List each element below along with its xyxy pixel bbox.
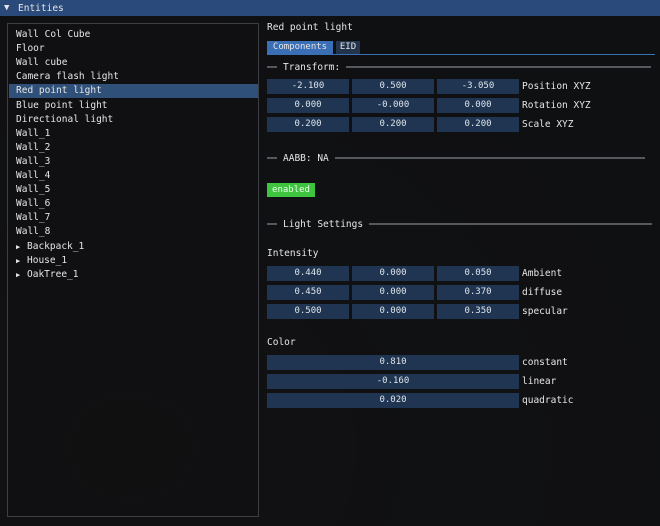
entity-list-item[interactable]: Wall Col Cube	[9, 28, 258, 42]
rotation-z-field[interactable]: 0.000	[437, 98, 519, 113]
diffuse-b-field[interactable]: 0.370	[437, 285, 519, 300]
expand-arrow-icon[interactable]: ▶	[16, 254, 27, 268]
specular-label: specular	[522, 306, 568, 317]
ambient-b-field[interactable]: 0.050	[437, 266, 519, 281]
entity-label: Wall_2	[16, 141, 51, 153]
entity-list-item[interactable]: Red point light	[9, 84, 258, 99]
transform-separator: Transform:	[267, 61, 652, 73]
position-label: Position XYZ	[522, 81, 591, 92]
position-z-field[interactable]: -3.050	[437, 79, 519, 94]
triangle-down-icon[interactable]: ▼	[4, 3, 14, 13]
entity-name-label: Red point light	[267, 22, 353, 33]
rotation-y-field[interactable]: -0.000	[352, 98, 434, 113]
tab-components[interactable]: Components	[267, 41, 333, 54]
entity-label: Wall Col Cube	[16, 29, 91, 40]
window-title: Entities	[18, 2, 64, 14]
scale-z-field[interactable]: 0.200	[437, 117, 519, 132]
entity-label: Directional light	[16, 113, 114, 125]
constant-label: constant	[522, 357, 568, 368]
position-x-field[interactable]: -2.100	[267, 79, 349, 94]
rotation-x-field[interactable]: 0.000	[267, 98, 349, 113]
specular-r-field[interactable]: 0.500	[267, 304, 349, 319]
entity-list-item[interactable]: Wall_6	[9, 197, 258, 211]
entity-label: Wall_8	[16, 226, 51, 238]
entity-label: Wall_1	[16, 127, 51, 139]
entity-label: Camera flash light	[16, 71, 119, 83]
entity-label: Backpack_1	[27, 240, 85, 252]
entity-list-item[interactable]: ▶ Backpack_1	[9, 240, 258, 254]
entity-label: Wall_7	[16, 212, 51, 224]
window-title-bar[interactable]: ▼ Entities	[0, 0, 660, 16]
tab-eid[interactable]: EID	[336, 41, 360, 54]
diffuse-label: diffuse	[522, 287, 563, 298]
linear-field[interactable]: -0.160	[267, 374, 519, 389]
entity-label: Floor	[16, 43, 45, 55]
entity-label: Red point light	[16, 85, 102, 97]
entity-list[interactable]: Wall Col Cube Floor Wall cube Camera flash …	[7, 23, 259, 517]
diffuse-g-field[interactable]: 0.000	[352, 285, 434, 300]
ambient-r-field[interactable]: 0.440	[267, 266, 349, 281]
linear-label: linear	[522, 376, 557, 387]
entity-list-item[interactable]: Blue point light	[9, 99, 258, 113]
entity-label: OakTree_1	[27, 268, 79, 280]
color-label: Color	[267, 337, 296, 348]
entity-list-item[interactable]: Floor	[9, 42, 258, 56]
diffuse-r-field[interactable]: 0.450	[267, 285, 349, 300]
entity-list-item[interactable]: Wall_1	[9, 127, 258, 141]
position-y-field[interactable]: 0.500	[352, 79, 434, 94]
aabb-header: AABB: NA	[283, 152, 329, 164]
constant-field[interactable]: 0.810	[267, 355, 519, 370]
expand-arrow-icon[interactable]: ▶	[16, 240, 27, 254]
entity-list-item[interactable]: Wall_3	[9, 155, 258, 169]
enabled-toggle-button[interactable]: enabled	[267, 183, 315, 197]
quadratic-field[interactable]: 0.020	[267, 393, 519, 408]
entity-label: Wall_3	[16, 155, 51, 167]
entity-list-item[interactable]: Wall_4	[9, 169, 258, 183]
entity-label: Blue point light	[16, 99, 108, 111]
entity-list-item[interactable]: Wall_5	[9, 183, 258, 197]
specular-g-field[interactable]: 0.000	[352, 304, 434, 319]
tab-underline	[267, 54, 655, 55]
scale-y-field[interactable]: 0.200	[352, 117, 434, 132]
entity-list-item[interactable]: Wall_2	[9, 141, 258, 155]
entity-label: House_1	[27, 254, 68, 266]
light-settings-header: Light Settings	[283, 218, 364, 230]
scale-label: Scale XYZ	[522, 119, 574, 130]
expand-arrow-icon[interactable]: ▶	[16, 268, 27, 282]
entity-label: Wall cube	[16, 57, 68, 69]
scale-x-field[interactable]: 0.200	[267, 117, 349, 132]
specular-b-field[interactable]: 0.350	[437, 304, 519, 319]
quadratic-label: quadratic	[522, 395, 574, 406]
entities-window: ▼ Entities Wall Col Cube Floor Wall cube Ca…	[0, 0, 660, 526]
ambient-g-field[interactable]: 0.000	[352, 266, 434, 281]
entity-list-item[interactable]: Directional light	[9, 113, 258, 127]
entity-label: Wall_6	[16, 198, 51, 210]
entity-list-item[interactable]: Wall_7	[9, 211, 258, 225]
intensity-label: Intensity	[267, 248, 319, 259]
entity-list-item[interactable]: ▶ House_1	[9, 254, 258, 268]
entity-list-item[interactable]: Wall cube	[9, 56, 258, 70]
entity-list-item[interactable]: ▶ OakTree_1	[9, 268, 258, 282]
ambient-label: Ambient	[522, 268, 563, 279]
entity-list-item[interactable]: Camera flash light	[9, 70, 258, 84]
light-settings-separator: Light Settings	[267, 218, 653, 230]
aabb-separator: AABB: NA	[267, 152, 645, 164]
transform-header: Transform:	[283, 61, 341, 73]
rotation-label: Rotation XYZ	[522, 100, 591, 111]
entity-label: Wall_5	[16, 184, 51, 196]
entity-label: Wall_4	[16, 170, 51, 181]
entity-list-item[interactable]: Wall_8	[9, 225, 258, 239]
